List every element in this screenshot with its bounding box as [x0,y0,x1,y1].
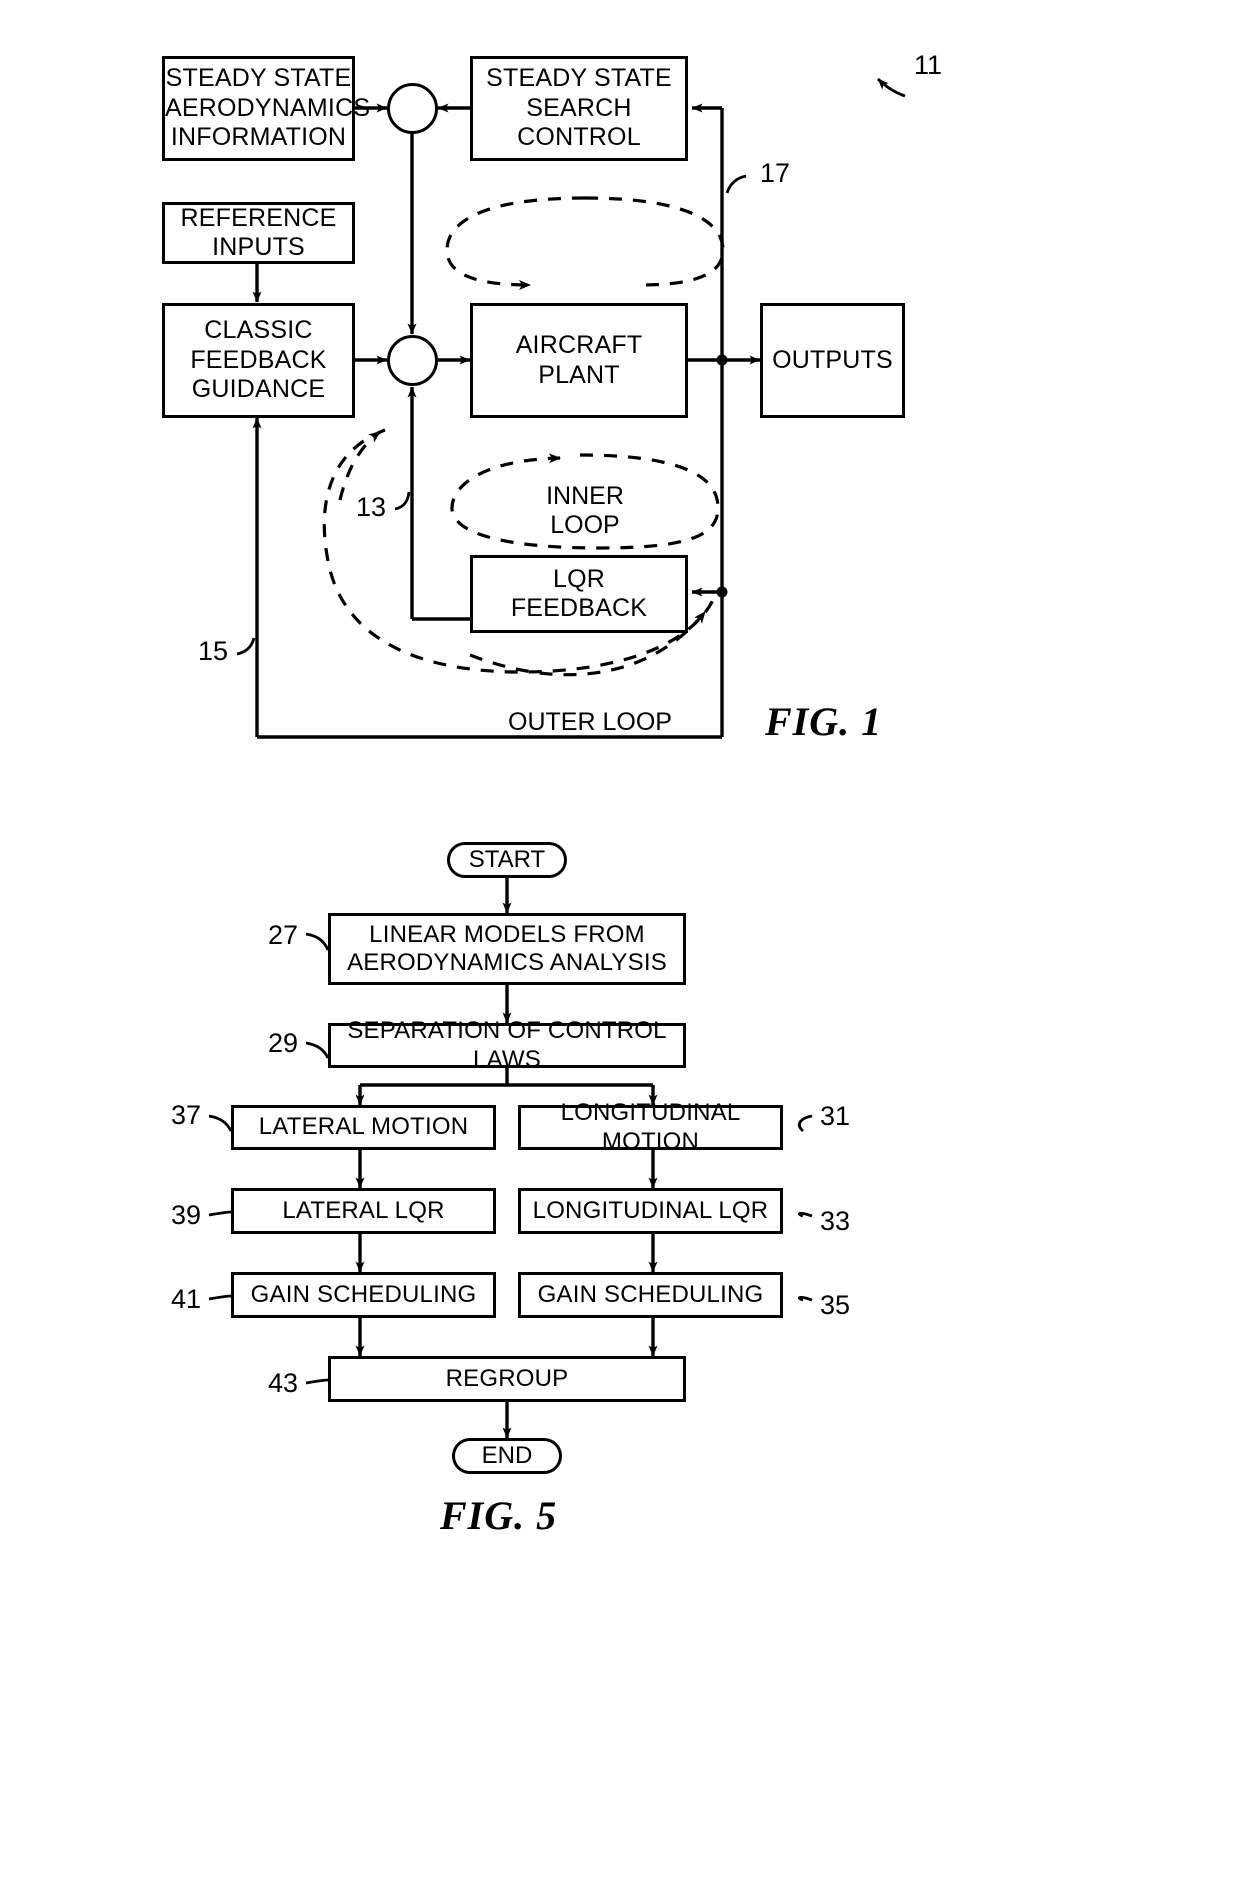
ref-numeral-43: 43 [267,1368,299,1398]
leader-27 [305,932,330,951]
flow-terminal-end: END [452,1438,562,1474]
flow-step-lateral-lqr: LATERAL LQR [231,1188,496,1234]
ref-numeral-35: 35 [819,1290,851,1320]
leader-35 [798,1295,813,1302]
ref-numeral-29: 29 [267,1028,299,1058]
leader-37 [208,1114,233,1132]
flow-step-longitudinal-lqr: LONGITUDINAL LQR [518,1188,783,1234]
leader-43 [305,1378,329,1385]
leader-39 [208,1210,232,1217]
leader-29 [305,1041,330,1059]
flow-step-regroup: REGROUP [328,1356,686,1402]
patent-drawing-sheet: STEADY STATE AERODYNAMICS INFORMATION ST… [0,0,1240,1900]
flow-step-lateral-motion: LATERAL MOTION [231,1105,496,1150]
leader-31 [798,1114,813,1133]
flow-step-separation-of-control-laws: SEPARATION OF CONTROL LAWS [328,1017,686,1073]
ref-numeral-41: 41 [170,1284,202,1314]
figure-5-caption: FIG. 5 [440,1493,558,1538]
flow-terminal-start: START [447,842,567,878]
leader-41 [208,1294,232,1301]
leader-33 [798,1211,813,1218]
ref-numeral-31: 31 [819,1101,851,1131]
ref-numeral-39: 39 [170,1200,202,1230]
flow-step-longitudinal-motion: LONGITUDINAL MOTION [518,1099,783,1155]
flow-step-gain-scheduling-lateral: GAIN SCHEDULING [231,1272,496,1318]
ref-numeral-33: 33 [819,1206,851,1236]
ref-numeral-37: 37 [170,1100,202,1130]
flow-step-gain-scheduling-longitudinal: GAIN SCHEDULING [518,1272,783,1318]
flow-step-linear-models: LINEAR MODELS FROM AERODYNAMICS ANALYSIS [328,913,686,985]
ref-numeral-27: 27 [267,920,299,950]
